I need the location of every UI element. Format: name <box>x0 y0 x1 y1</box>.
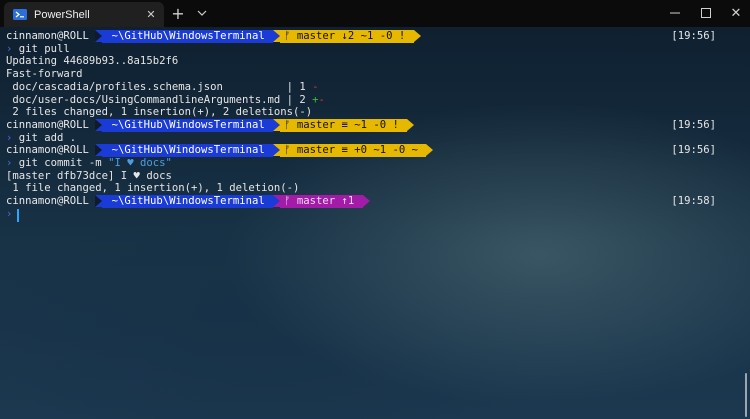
output-text: Fast-forward <box>6 68 83 81</box>
prompt-path: ~\GitHub\WindowsTerminal <box>102 144 274 158</box>
output-text: 1 file changed, 1 insertion(+), 1 deleti… <box>6 182 300 195</box>
prompt-line: cinnamon@ROLL ~\GitHub\WindowsTerminal ᚠ… <box>6 195 370 209</box>
prompt-path: ~\GitHub\WindowsTerminal <box>102 118 274 132</box>
diffstat-file: doc/cascadia/profiles.schema.json | 1 <box>6 80 313 93</box>
powershell-icon <box>13 9 27 21</box>
prompt-line: cinnamon@ROLL ~\GitHub\WindowsTerminal ᚠ… <box>6 144 434 158</box>
prompt-user: cinnamon@ROLL <box>6 118 96 131</box>
diffstat-minus: - <box>318 93 325 106</box>
title-bar: PowerShell ✕ + ✕ <box>0 0 750 27</box>
prompt-time: [19:56] <box>671 118 716 131</box>
prompt-user: cinnamon@ROLL <box>6 195 96 208</box>
prompt-chevron: › <box>6 207 13 220</box>
command-line: › <box>6 208 12 221</box>
minimize-button[interactable] <box>663 4 687 22</box>
powerline-separator <box>273 195 281 208</box>
diffstat-line: doc/cascadia/profiles.schema.json | 1 - <box>6 80 319 94</box>
prompt-path: ~\GitHub\WindowsTerminal <box>102 195 274 209</box>
scrollbar[interactable] <box>745 373 747 417</box>
diffstat-mark: - <box>312 80 319 93</box>
prompt-time: [19:56] <box>671 30 716 42</box>
output-text: 2 files changed, 1 insertion(+), 2 delet… <box>6 106 313 119</box>
prompt-user: cinnamon@ROLL <box>6 144 96 157</box>
powerline-separator <box>273 144 281 157</box>
prompt-git-status: ᚠ master ↓2 ~1 -0 ! <box>280 30 414 43</box>
terminal-output[interactable]: [19:56] cinnamon@ROLL ~\GitHub\WindowsTer… <box>0 27 750 419</box>
prompt-time: [19:56] <box>671 144 716 157</box>
diffstat-line: doc/user-docs/UsingCommandlineArguments.… <box>6 94 325 107</box>
tab-title: PowerShell <box>34 8 90 21</box>
maximize-button[interactable] <box>694 4 718 22</box>
powerline-separator <box>95 30 103 42</box>
powerline-separator <box>95 195 103 208</box>
powerline-separator <box>407 118 415 131</box>
command-text: git add . <box>12 131 77 144</box>
command-text: git commit -m <box>12 157 109 169</box>
prompt-git-status: ᚠ master ≡ ~1 -0 ! <box>280 118 408 132</box>
command-line: › git commit -m "I ♥ docs" <box>6 157 172 170</box>
command-line: › git pull <box>6 43 70 56</box>
output-line: Updating 44689b93..8a15b2f6 <box>6 55 178 68</box>
powerline-separator <box>95 118 103 131</box>
prompt-path: ~\GitHub\WindowsTerminal <box>102 30 274 43</box>
chevron-down-icon[interactable] <box>195 4 209 22</box>
prompt-git-status: ᚠ master ↑1 <box>280 195 363 209</box>
command-string: "I ♥ docs" <box>108 157 172 169</box>
output-line: 2 files changed, 1 insertion(+), 2 delet… <box>6 106 312 119</box>
prompt-git-status: ᚠ master ≡ +0 ~1 -0 ~ <box>280 144 427 158</box>
tab-close-icon[interactable]: ✕ <box>142 6 160 24</box>
output-line: [master dfb73dce] I ♥ docs <box>6 170 172 183</box>
powerline-separator <box>95 144 103 157</box>
prompt-line: cinnamon@ROLL ~\GitHub\WindowsTerminal ᚠ… <box>6 118 415 132</box>
close-window-button[interactable]: ✕ <box>724 4 748 22</box>
diffstat-file: doc/user-docs/UsingCommandlineArguments.… <box>6 93 313 106</box>
powerline-separator <box>426 144 434 157</box>
command-text: git pull <box>12 42 70 55</box>
output-text: Updating 44689b93..8a15b2f6 <box>6 55 179 68</box>
tab-powershell[interactable]: PowerShell ✕ <box>4 2 164 27</box>
output-line: 1 file changed, 1 insertion(+), 1 deleti… <box>6 182 299 195</box>
prompt-user: cinnamon@ROLL <box>6 30 96 42</box>
text-cursor <box>17 209 19 222</box>
powerline-separator <box>273 118 281 131</box>
powerline-separator <box>273 30 281 42</box>
command-line: › git add . <box>6 132 76 145</box>
output-line: Fast-forward <box>6 68 83 81</box>
output-text: [master dfb73dce] I ♥ docs <box>6 169 172 182</box>
prompt-line: cinnamon@ROLL ~\GitHub\WindowsTerminal ᚠ… <box>6 30 421 43</box>
prompt-time: [19:58] <box>671 195 716 208</box>
powerline-separator <box>413 30 421 42</box>
new-tab-button[interactable]: + <box>170 4 186 23</box>
powerline-separator <box>362 195 370 208</box>
